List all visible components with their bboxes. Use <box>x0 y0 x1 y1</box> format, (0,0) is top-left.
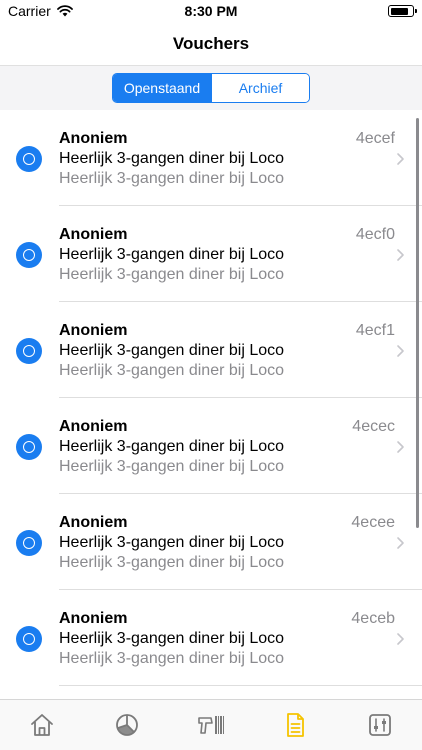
chevron-right-icon <box>397 345 404 357</box>
voucher-subtitle: Heerlijk 3-gangen diner bij Loco <box>59 458 285 475</box>
voucher-row[interactable]: Anoniem 4ecf1 Heerlijk 3-gangen diner bi… <box>0 302 422 398</box>
voucher-description: Heerlijk 3-gangen diner bij Loco <box>59 342 285 359</box>
voucher-code: 4eceb <box>351 610 395 627</box>
voucher-code: 4ecf0 <box>355 226 395 243</box>
segment-openstaand[interactable]: Openstaand <box>113 74 211 102</box>
radio-button[interactable] <box>16 242 42 268</box>
status-bar: Carrier 8:30 PM <box>0 0 422 22</box>
tab-settings[interactable] <box>338 700 422 750</box>
tab-statistics[interactable] <box>84 700 168 750</box>
status-time: 8:30 PM <box>184 3 238 19</box>
sliders-icon <box>368 714 391 736</box>
voucher-name: Anoniem <box>59 322 128 339</box>
battery-fill <box>390 7 408 15</box>
chevron-right-icon <box>397 537 404 549</box>
voucher-description: Heerlijk 3-gangen diner bij Loco <box>59 150 285 167</box>
voucher-name: Anoniem <box>59 130 128 147</box>
chevron-right-icon <box>397 153 404 165</box>
row-divider <box>59 685 422 686</box>
voucher-name: Anoniem <box>59 418 128 435</box>
battery-icon <box>388 5 417 17</box>
voucher-code: 4ecf1 <box>355 322 395 339</box>
voucher-code: 4ecef <box>355 130 395 147</box>
voucher-subtitle: Heerlijk 3-gangen diner bij Loco <box>59 170 285 187</box>
radio-button[interactable] <box>16 146 42 172</box>
voucher-description: Heerlijk 3-gangen diner bij Loco <box>59 438 285 455</box>
document-icon <box>287 713 305 737</box>
page-title: Vouchers <box>172 33 250 53</box>
chevron-right-icon <box>397 633 404 645</box>
segment-archief[interactable]: Archief <box>211 74 309 102</box>
voucher-code: 4ecee <box>351 514 395 531</box>
voucher-subtitle: Heerlijk 3-gangen diner bij Loco <box>59 362 285 379</box>
voucher-name: Anoniem <box>59 610 128 627</box>
radio-button[interactable] <box>16 338 42 364</box>
home-icon <box>31 714 54 736</box>
voucher-row[interactable]: Anoniem 4ecef Heerlijk 3-gangen diner bi… <box>0 110 422 206</box>
voucher-list[interactable]: Anoniem 4ecef Heerlijk 3-gangen diner bi… <box>0 110 422 699</box>
voucher-name: Anoniem <box>59 514 128 531</box>
voucher-description: Heerlijk 3-gangen diner bij Loco <box>59 534 285 551</box>
chevron-right-icon <box>397 441 404 453</box>
voucher-description: Heerlijk 3-gangen diner bij Loco <box>59 246 285 263</box>
voucher-subtitle: Heerlijk 3-gangen diner bij Loco <box>59 266 285 283</box>
radio-button[interactable] <box>16 626 42 652</box>
segment-area: Openstaand Archief <box>0 66 422 110</box>
voucher-code: 4ecec <box>352 418 395 435</box>
voucher-row[interactable]: Anoniem 4eceb Heerlijk 3-gangen diner bi… <box>0 590 422 686</box>
radio-button[interactable] <box>16 434 42 460</box>
voucher-subtitle: Heerlijk 3-gangen diner bij Loco <box>59 554 285 571</box>
tab-vouchers[interactable] <box>253 700 337 750</box>
scrollbar[interactable] <box>416 118 419 528</box>
voucher-row[interactable]: Anoniem 4ecf0 Heerlijk 3-gangen diner bi… <box>0 206 422 302</box>
voucher-subtitle: Heerlijk 3-gangen diner bij Loco <box>59 650 285 667</box>
segmented-control: Openstaand Archief <box>112 73 310 103</box>
chevron-right-icon <box>397 249 404 261</box>
barcode-scanner-icon <box>198 716 225 734</box>
voucher-row[interactable]: Anoniem 4ecec Heerlijk 3-gangen diner bi… <box>0 398 422 494</box>
tab-home[interactable] <box>0 700 84 750</box>
radio-button[interactable] <box>16 530 42 556</box>
voucher-description: Heerlijk 3-gangen diner bij Loco <box>59 630 285 647</box>
voucher-row[interactable]: Anoniem 4ecee Heerlijk 3-gangen diner bi… <box>0 494 422 590</box>
nav-bar: Vouchers <box>0 22 422 66</box>
pie-chart-icon <box>115 714 138 736</box>
voucher-name: Anoniem <box>59 226 128 243</box>
tab-bar <box>0 699 422 750</box>
tab-scanner[interactable] <box>169 700 253 750</box>
